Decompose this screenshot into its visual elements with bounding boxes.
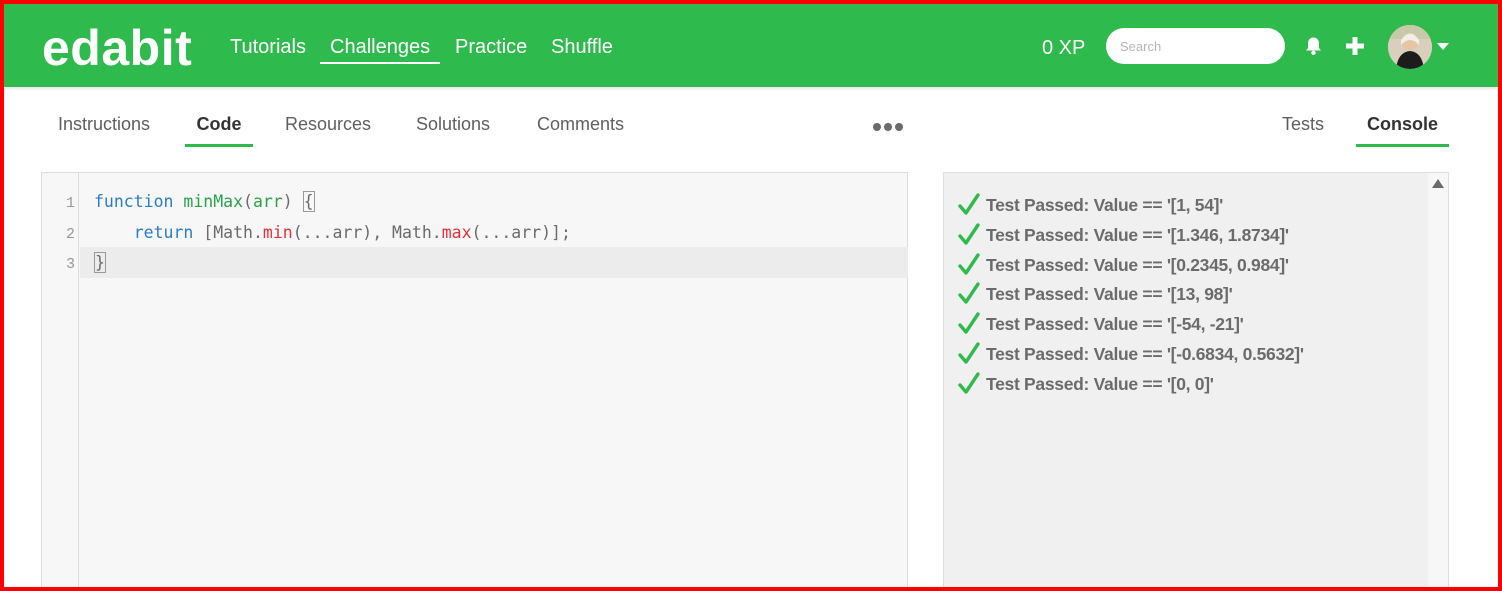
- chevron-down-icon[interactable]: [1437, 43, 1449, 50]
- tab-tests[interactable]: Tests: [1280, 113, 1326, 147]
- nav-practice[interactable]: Practice: [455, 34, 527, 64]
- top-navbar: edabit Tutorials Challenges Practice Shu…: [4, 4, 1498, 87]
- paren-token: ): [282, 192, 303, 211]
- search-input[interactable]: [1106, 28, 1285, 64]
- tab-comments[interactable]: Comments: [534, 113, 627, 147]
- code-token: (...arr)];: [471, 223, 571, 242]
- brace-token: }: [94, 252, 106, 273]
- edabit-logo[interactable]: edabit: [42, 22, 192, 74]
- bell-icon[interactable]: [1304, 36, 1323, 61]
- active-line-highlight: [80, 247, 908, 278]
- xp-counter: 0 XP: [1042, 37, 1086, 59]
- test-result-text: Test Passed: Value == '[0, 0]': [986, 373, 1214, 394]
- method-token: min: [262, 223, 293, 242]
- test-result-row: Test Passed: Value == '[0.2345, 0.984]': [958, 252, 1289, 278]
- function-name-token: minMax: [183, 192, 244, 211]
- line-number: 3: [65, 256, 75, 273]
- console-scrollbar[interactable]: [1428, 173, 1448, 587]
- test-result-text: Test Passed: Value == '[13, 98]': [986, 284, 1233, 305]
- test-result-row: Test Passed: Value == '[-0.6834, 0.5632]…: [958, 341, 1304, 367]
- test-result-row: Test Passed: Value == '[1, 54]': [958, 192, 1223, 218]
- checkmark-icon: [958, 282, 980, 305]
- avatar[interactable]: [1388, 25, 1432, 69]
- nav-challenges[interactable]: Challenges: [320, 34, 441, 64]
- checkmark-icon: [958, 312, 980, 334]
- tab-instructions[interactable]: Instructions: [53, 113, 155, 147]
- checkmark-icon: [958, 342, 980, 364]
- tab-solutions[interactable]: Solutions: [413, 113, 493, 147]
- nav-tutorials[interactable]: Tutorials: [230, 34, 306, 64]
- code-line[interactable]: }: [94, 248, 106, 278]
- checkmark-icon: [958, 252, 980, 275]
- code-token: [Math.: [193, 223, 263, 242]
- console-panel: Test Passed: Value == '[1, 54]' Test Pass…: [943, 172, 1449, 587]
- tab-code[interactable]: Code: [185, 113, 253, 147]
- code-line[interactable]: return [Math.min(...arr), Math.max(...ar…: [94, 218, 571, 248]
- line-number-gutter: 1 2 3: [42, 173, 79, 587]
- nav-shuffle[interactable]: Shuffle: [551, 34, 613, 64]
- app-frame: edabit Tutorials Challenges Practice Shu…: [4, 4, 1498, 587]
- test-result-text: Test Passed: Value == '[0.2345, 0.984]': [986, 254, 1289, 275]
- tab-resources[interactable]: Resources: [284, 113, 372, 147]
- test-result-row: Test Passed: Value == '[13, 98]': [958, 281, 1233, 307]
- keyword-token: function: [94, 192, 174, 211]
- test-result-row: Test Passed: Value == '[0, 0]': [958, 371, 1214, 397]
- line-number: 2: [65, 226, 75, 243]
- test-result-text: Test Passed: Value == '[-54, -21]': [986, 314, 1244, 335]
- ellipsis-icon[interactable]: [873, 120, 903, 134]
- test-result-text: Test Passed: Value == '[1.346, 1.8734]': [986, 224, 1289, 245]
- method-token: max: [441, 223, 472, 242]
- code-line[interactable]: function minMax(arr) {: [94, 187, 315, 217]
- brace-token: {: [302, 191, 315, 212]
- param-token: arr: [252, 192, 283, 211]
- checkmark-icon: [958, 223, 980, 245]
- checkmark-icon: [958, 193, 980, 215]
- code-editor[interactable]: 1 2 3 function minMax(arr) { return [Mat…: [41, 172, 908, 587]
- test-result-text: Test Passed: Value == '[1, 54]': [986, 195, 1224, 215]
- checkmark-icon: [958, 372, 980, 394]
- paren-token: (: [243, 192, 253, 211]
- scroll-up-arrow-icon[interactable]: [1432, 179, 1444, 188]
- test-result-text: Test Passed: Value == '[-0.6834, 0.5632]…: [986, 344, 1304, 364]
- header-divider: [4, 87, 1498, 91]
- test-result-row: Test Passed: Value == '[-54, -21]': [958, 311, 1244, 337]
- plus-icon[interactable]: [1346, 37, 1364, 60]
- tab-console[interactable]: Console: [1356, 113, 1449, 147]
- test-result-row: Test Passed: Value == '[1.346, 1.8734]': [958, 222, 1289, 248]
- code-token: (...arr), Math.: [292, 223, 442, 242]
- line-number: 1: [65, 195, 75, 212]
- keyword-token: return: [133, 223, 194, 242]
